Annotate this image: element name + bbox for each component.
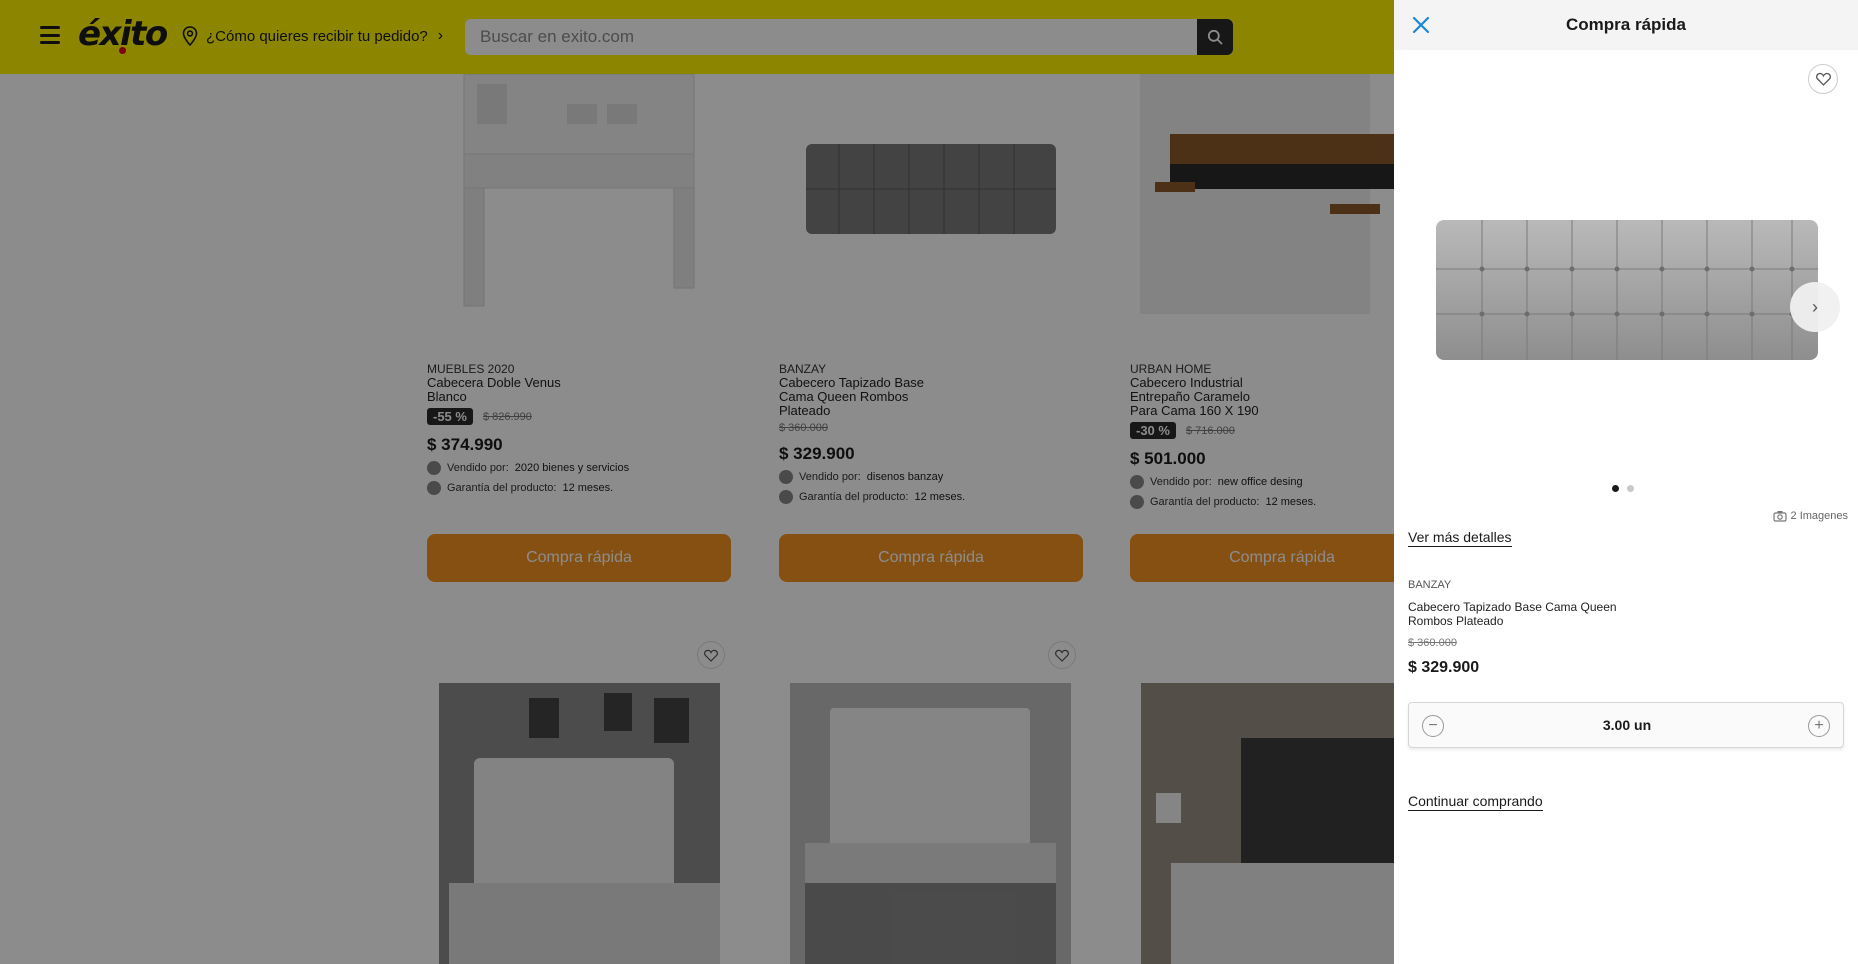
modal-backdrop[interactable]: [0, 0, 1394, 964]
favorite-button[interactable]: [1808, 64, 1838, 94]
heart-icon: [1815, 72, 1831, 86]
carousel-dot[interactable]: [1627, 485, 1634, 492]
quick-buy-panel: Compra rápida › 2 Imagenes Ver más detal…: [1394, 0, 1858, 964]
image-count-label: 2 Imagenes: [1790, 510, 1848, 522]
quantity-stepper: − 3.00 un +: [1408, 702, 1844, 748]
product-name: Cabecero Tapizado Base Cama Queen Rombos…: [1408, 600, 1617, 628]
chevron-right-icon: ›: [1812, 296, 1818, 317]
product-image-main[interactable]: [1432, 214, 1822, 366]
quantity-value[interactable]: 3.00 un: [1409, 717, 1845, 733]
plus-icon: +: [1814, 717, 1824, 734]
quick-buy-header: Compra rápida: [1394, 0, 1858, 50]
image-count: 2 Imagenes: [1772, 510, 1848, 522]
increase-quantity-button[interactable]: +: [1808, 715, 1830, 737]
view-details-link[interactable]: Ver más detalles: [1408, 529, 1512, 547]
product-price: $ 329.900: [1408, 659, 1480, 676]
carousel-dots: [1612, 485, 1634, 492]
carousel-next-button[interactable]: ›: [1790, 282, 1840, 332]
continue-shopping-link[interactable]: Continuar comprando: [1408, 793, 1543, 811]
old-price: $ 360.000: [1408, 637, 1457, 649]
product-brand: BANZAY: [1408, 579, 1452, 591]
quick-buy-title: Compra rápida: [1566, 15, 1686, 34]
carousel-dot[interactable]: [1612, 485, 1619, 492]
camera-icon: [1772, 511, 1787, 522]
